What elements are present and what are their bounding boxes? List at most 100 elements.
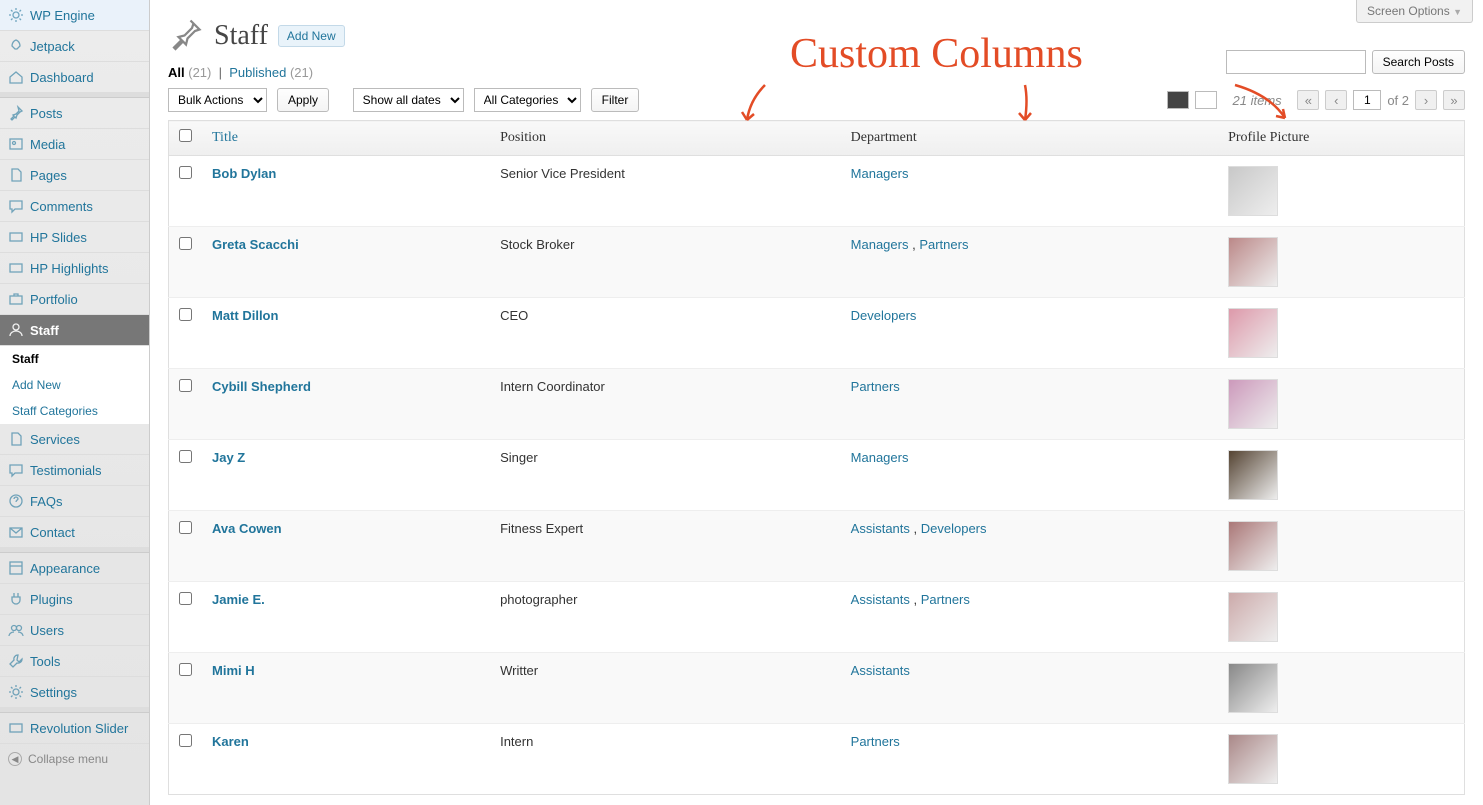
- menu-item-services[interactable]: Services: [0, 424, 149, 455]
- tool-icon: [8, 653, 24, 669]
- submenu-item[interactable]: Staff Categories: [0, 398, 149, 424]
- menu-item-tools[interactable]: Tools: [0, 646, 149, 677]
- filter-published[interactable]: Published: [229, 65, 286, 80]
- menu-item-users[interactable]: Users: [0, 615, 149, 646]
- profile-picture: [1228, 663, 1278, 713]
- post-title-link[interactable]: Cybill Shepherd: [212, 379, 311, 394]
- next-page-button[interactable]: ›: [1415, 90, 1437, 110]
- current-page-input[interactable]: [1353, 90, 1381, 110]
- column-title[interactable]: Title: [202, 121, 490, 156]
- department-cell: Assistants , Developers: [841, 511, 1218, 582]
- department-link[interactable]: Assistants: [851, 521, 910, 536]
- post-title-link[interactable]: Jamie E.: [212, 592, 265, 607]
- department-link[interactable]: Partners: [921, 592, 970, 607]
- department-cell: Managers: [841, 440, 1218, 511]
- menu-item-contact[interactable]: Contact: [0, 517, 149, 548]
- post-title-link[interactable]: Bob Dylan: [212, 166, 276, 181]
- list-view-icon[interactable]: [1167, 91, 1189, 109]
- menu-item-jetpack[interactable]: Jetpack: [0, 31, 149, 62]
- table-row: Bob DylanSenior Vice PresidentManagers: [169, 156, 1465, 227]
- menu-item-staff[interactable]: Staff: [0, 315, 149, 346]
- submenu-item[interactable]: Add New: [0, 372, 149, 398]
- menu-item-comments[interactable]: Comments: [0, 191, 149, 222]
- department-link[interactable]: Managers: [851, 237, 909, 252]
- department-link[interactable]: Developers: [921, 521, 987, 536]
- department-link[interactable]: Managers: [851, 166, 909, 181]
- mail-icon: [8, 524, 24, 540]
- page-icon: [8, 167, 24, 183]
- menu-item-portfolio[interactable]: Portfolio: [0, 284, 149, 315]
- search-posts-button[interactable]: Search Posts: [1372, 50, 1465, 74]
- search-input[interactable]: [1226, 50, 1366, 74]
- row-checkbox[interactable]: [179, 308, 192, 321]
- menu-item-pages[interactable]: Pages: [0, 160, 149, 191]
- first-page-button[interactable]: «: [1297, 90, 1319, 110]
- post-title-link[interactable]: Matt Dillon: [212, 308, 278, 323]
- post-title-link[interactable]: Mimi H: [212, 663, 255, 678]
- profile-picture: [1228, 237, 1278, 287]
- date-filter-select[interactable]: Show all dates: [353, 88, 464, 112]
- table-row: Mimi HWritterAssistants: [169, 653, 1465, 724]
- theme-icon: [8, 560, 24, 576]
- slide-icon: [8, 260, 24, 276]
- row-checkbox[interactable]: [179, 592, 192, 605]
- position-cell: Stock Broker: [490, 227, 841, 298]
- row-checkbox[interactable]: [179, 166, 192, 179]
- position-cell: Intern: [490, 724, 841, 795]
- department-link[interactable]: Partners: [851, 379, 900, 394]
- department-link[interactable]: Assistants: [851, 663, 910, 678]
- department-link[interactable]: Partners: [851, 734, 900, 749]
- row-checkbox[interactable]: [179, 237, 192, 250]
- menu-item-dashboard[interactable]: Dashboard: [0, 62, 149, 93]
- page-icon: [8, 431, 24, 447]
- menu-item-faqs[interactable]: FAQs: [0, 486, 149, 517]
- add-new-button[interactable]: Add New: [278, 25, 345, 47]
- column-position: Position: [490, 121, 841, 156]
- menu-item-revolution-slider[interactable]: Revolution Slider: [0, 713, 149, 744]
- bulk-actions-select[interactable]: Bulk Actions: [168, 88, 267, 112]
- post-title-link[interactable]: Greta Scacchi: [212, 237, 299, 252]
- filter-all[interactable]: All: [168, 65, 185, 80]
- page-title: Staff: [214, 20, 268, 52]
- apply-button[interactable]: Apply: [277, 88, 329, 112]
- department-link[interactable]: Managers: [851, 450, 909, 465]
- collapse-menu-button[interactable]: ◀Collapse menu: [0, 744, 149, 774]
- menu-item-media[interactable]: Media: [0, 129, 149, 160]
- menu-item-plugins[interactable]: Plugins: [0, 584, 149, 615]
- department-link[interactable]: Assistants: [851, 592, 910, 607]
- menu-item-settings[interactable]: Settings: [0, 677, 149, 708]
- gear-icon: [8, 684, 24, 700]
- row-checkbox[interactable]: [179, 379, 192, 392]
- position-cell: CEO: [490, 298, 841, 369]
- row-checkbox[interactable]: [179, 734, 192, 747]
- row-checkbox[interactable]: [179, 521, 192, 534]
- menu-item-hp-slides[interactable]: HP Slides: [0, 222, 149, 253]
- post-title-link[interactable]: Karen: [212, 734, 249, 749]
- select-all-checkbox[interactable]: [179, 129, 192, 142]
- prev-page-button[interactable]: ‹: [1325, 90, 1347, 110]
- menu-item-testimonials[interactable]: Testimonials: [0, 455, 149, 486]
- menu-item-posts[interactable]: Posts: [0, 98, 149, 129]
- rocket-icon: [8, 38, 24, 54]
- row-checkbox[interactable]: [179, 450, 192, 463]
- screen-options-toggle[interactable]: Screen Options ▼: [1356, 0, 1473, 23]
- submenu-item[interactable]: Staff: [0, 346, 149, 372]
- department-link[interactable]: Developers: [851, 308, 917, 323]
- excerpt-view-icon[interactable]: [1195, 91, 1217, 109]
- posts-table: Title Position Department Profile Pictur…: [168, 120, 1465, 795]
- row-checkbox[interactable]: [179, 663, 192, 676]
- filter-button[interactable]: Filter: [591, 88, 640, 112]
- last-page-button[interactable]: »: [1443, 90, 1465, 110]
- post-title-link[interactable]: Jay Z: [212, 450, 245, 465]
- menu-item-hp-highlights[interactable]: HP Highlights: [0, 253, 149, 284]
- department-link[interactable]: Partners: [919, 237, 968, 252]
- comment-icon: [8, 198, 24, 214]
- category-filter-select[interactable]: All Categories: [474, 88, 581, 112]
- department-cell: Partners: [841, 724, 1218, 795]
- table-row: Cybill ShepherdIntern CoordinatorPartner…: [169, 369, 1465, 440]
- post-title-link[interactable]: Ava Cowen: [212, 521, 282, 536]
- menu-item-wp-engine[interactable]: WP Engine: [0, 0, 149, 31]
- department-cell: Managers , Partners: [841, 227, 1218, 298]
- users-icon: [8, 622, 24, 638]
- menu-item-appearance[interactable]: Appearance: [0, 553, 149, 584]
